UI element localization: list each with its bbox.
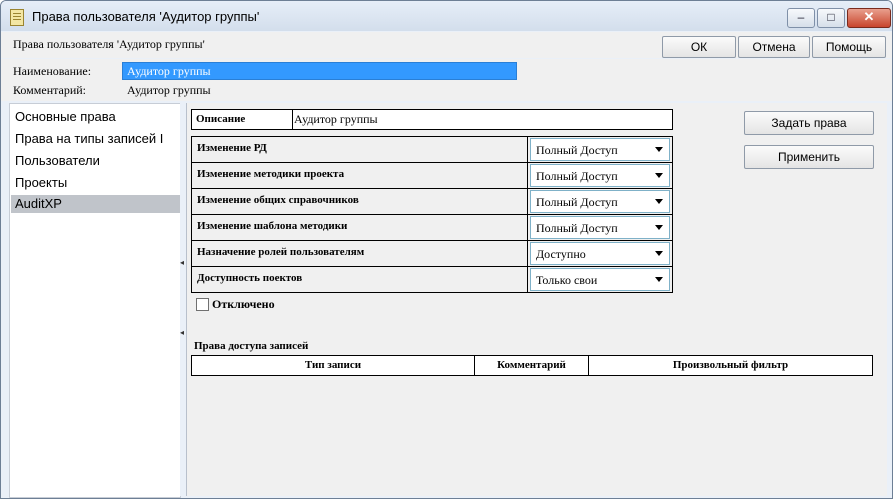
minimize-icon: – — [797, 10, 805, 24]
right-select[interactable]: Полный Доступ — [530, 138, 670, 161]
maximize-button[interactable]: □ — [817, 8, 845, 28]
ok-button[interactable]: ОК — [662, 36, 736, 58]
name-label: Наименование: — [13, 64, 92, 78]
splitter-arrow-icon: ◂ — [180, 258, 185, 267]
disabled-checkbox[interactable] — [196, 298, 209, 311]
right-select[interactable]: Полный Доступ — [530, 164, 670, 187]
dropdown-arrow-icon — [655, 251, 663, 256]
rights-row: Доступность поектов Только свои — [192, 267, 672, 292]
document-icon — [10, 9, 24, 26]
apply-button[interactable]: Применить — [744, 145, 874, 169]
dropdown-arrow-icon — [655, 147, 663, 152]
grid-divider — [527, 189, 528, 214]
records-table: Тип записи Комментарий Произвольный филь… — [191, 355, 873, 376]
description-row: Описание Аудитор группы — [191, 109, 673, 130]
splitter[interactable]: ◂ ◂ — [180, 103, 185, 496]
right-select-value: Только свои — [536, 273, 598, 287]
right-label: Назначение ролей пользователям — [197, 246, 365, 258]
comment-value: Аудитор группы — [127, 83, 211, 97]
title-bar[interactable]: Права пользователя 'Аудитор группы' – □ … — [1, 1, 892, 31]
set-rights-button[interactable]: Задать права — [744, 111, 874, 135]
column-header-record-type[interactable]: Тип записи — [192, 356, 475, 375]
rights-row: Изменение методики проекта Полный Доступ — [192, 163, 672, 189]
nav-item-users[interactable]: Пользователи — [11, 152, 183, 170]
dialog-window: Права пользователя 'Аудитор группы' – □ … — [0, 0, 893, 499]
nav-list: Основные права Права на типы записей I П… — [9, 103, 183, 498]
right-label: Доступность поектов — [197, 272, 303, 284]
column-header-comment[interactable]: Комментарий — [475, 356, 589, 375]
disabled-label: Отключено — [212, 297, 275, 311]
right-label: Изменение шаблона методики — [197, 220, 348, 232]
minimize-button[interactable]: – — [787, 8, 815, 28]
help-button[interactable]: Помощь — [812, 36, 886, 58]
right-select-value: Полный Доступ — [536, 195, 618, 209]
grid-divider — [527, 215, 528, 240]
close-button[interactable]: ✕ — [847, 8, 891, 28]
right-select-value: Доступно — [536, 247, 586, 261]
right-label: Изменение общих справочников — [197, 194, 359, 206]
comment-label: Комментарий: — [13, 83, 87, 97]
rights-row: Назначение ролей пользователям Доступно — [192, 241, 672, 267]
dropdown-arrow-icon — [655, 199, 663, 204]
description-label: Описание — [192, 110, 293, 129]
close-icon: ✕ — [863, 9, 875, 24]
rights-row: Изменение общих справочников Полный Дост… — [192, 189, 672, 215]
grid-divider — [527, 267, 528, 292]
grid-divider — [527, 241, 528, 266]
grid-divider — [527, 137, 528, 162]
right-select-value: Полный Доступ — [536, 221, 618, 235]
cancel-button[interactable]: Отмена — [738, 36, 810, 58]
dropdown-arrow-icon — [655, 173, 663, 178]
right-select-value: Полный Доступ — [536, 143, 618, 157]
rights-grid: Изменение РД Полный Доступ Изменение мет… — [191, 136, 673, 293]
right-select[interactable]: Полный Доступ — [530, 216, 670, 239]
rights-row: Изменение РД Полный Доступ — [192, 137, 672, 163]
right-select-value: Полный Доступ — [536, 169, 618, 183]
nav-item-basic-rights[interactable]: Основные права — [11, 108, 183, 126]
right-select[interactable]: Доступно — [530, 242, 670, 265]
splitter-arrow-icon: ◂ — [180, 328, 185, 337]
records-title: Права доступа записей — [194, 340, 309, 352]
header-title: Права пользователя 'Аудитор группы' — [13, 37, 205, 51]
right-select[interactable]: Только свои — [530, 268, 670, 291]
window-title: Права пользователя 'Аудитор группы' — [32, 9, 260, 24]
right-label: Изменение РД — [197, 142, 267, 154]
name-input[interactable]: Аудитор группы — [122, 62, 517, 80]
right-label: Изменение методики проекта — [197, 168, 345, 180]
nav-item-record-type-rights[interactable]: Права на типы записей I — [11, 130, 183, 148]
dropdown-arrow-icon — [655, 277, 663, 282]
dropdown-arrow-icon — [655, 225, 663, 230]
description-value[interactable]: Аудитор группы — [294, 110, 378, 129]
maximize-icon: □ — [827, 10, 835, 24]
grid-divider — [527, 163, 528, 188]
right-select[interactable]: Полный Доступ — [530, 190, 670, 213]
column-header-custom-filter[interactable]: Произвольный фильтр — [589, 356, 872, 375]
nav-item-auditxp[interactable]: AuditXP — [11, 195, 183, 213]
nav-item-projects[interactable]: Проекты — [11, 174, 183, 192]
rights-row: Изменение шаблона методики Полный Доступ — [192, 215, 672, 241]
